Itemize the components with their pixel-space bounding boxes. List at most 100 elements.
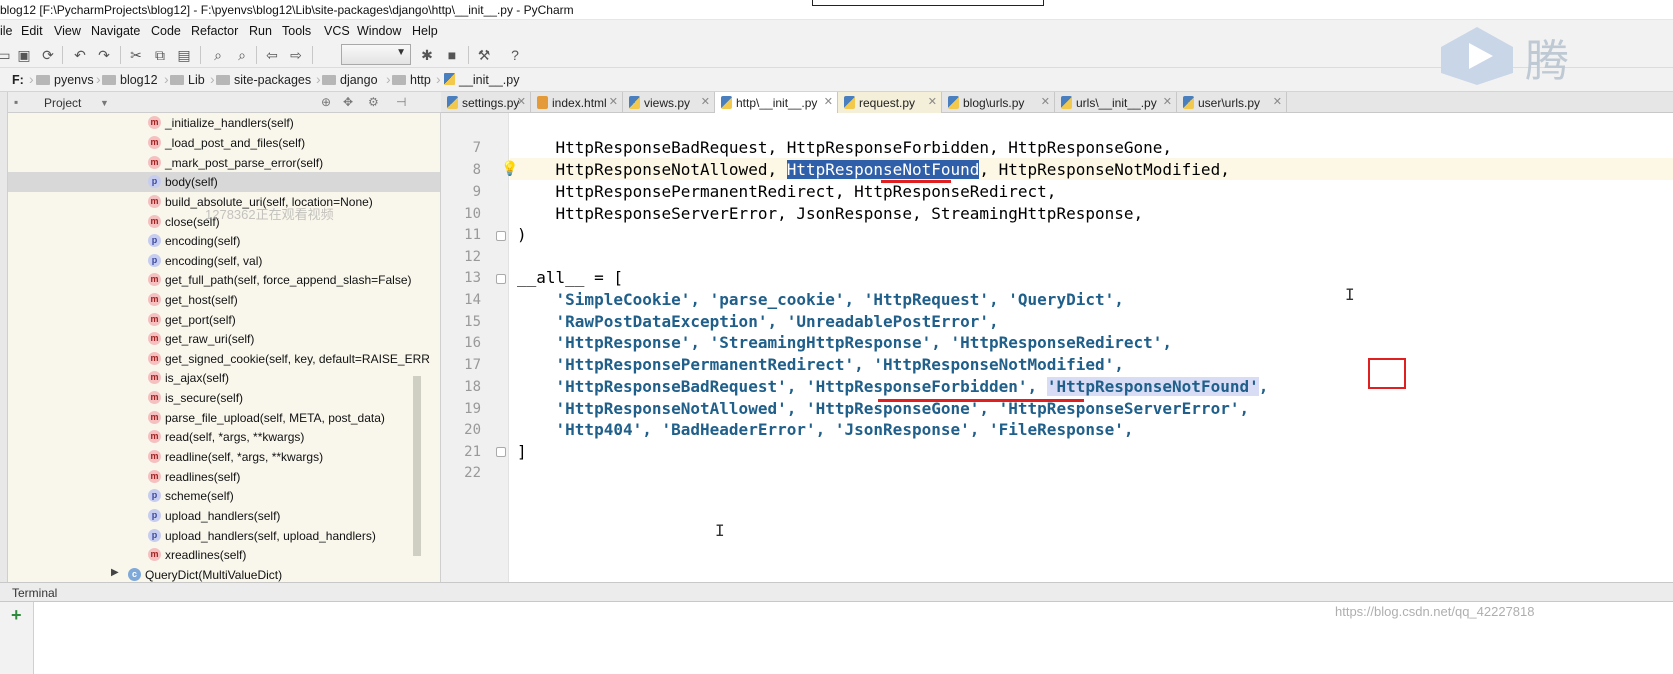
method-icon: m — [148, 136, 161, 149]
chevron-right-icon[interactable]: ▶ — [111, 567, 119, 578]
tree-item[interactable]: p upload_handlers(self, upload_handlers) — [8, 526, 440, 546]
close-icon[interactable]: ✕ — [824, 95, 833, 108]
terminal-title[interactable]: Terminal — [12, 586, 57, 600]
python-file-icon — [844, 96, 855, 109]
forward-icon[interactable]: ⇨ — [286, 45, 306, 65]
tree-item-selected[interactable]: p body(self) — [8, 172, 440, 192]
gear-icon[interactable]: ⚙ — [368, 95, 379, 109]
breadcrumb-item[interactable]: Lib — [170, 73, 205, 87]
close-icon[interactable]: ✕ — [928, 95, 937, 108]
tree-item[interactable]: m get_signed_cookie(self, key, default=RA… — [8, 349, 440, 369]
breadcrumb-item[interactable]: http — [392, 73, 431, 87]
close-icon[interactable]: ✕ — [1273, 95, 1282, 108]
tree-item-label: body(self) — [165, 175, 218, 189]
menu-vcs[interactable]: VCS — [324, 24, 350, 38]
tab-urls-init-py[interactable]: urls\__init__.py ✕ — [1055, 92, 1177, 113]
hide-panel-icon[interactable]: ⊣ — [396, 95, 406, 109]
tab-http-init-py[interactable]: http\__init__.py ✕ — [715, 92, 838, 114]
menu-file[interactable]: ile — [0, 24, 13, 38]
back-icon[interactable]: ⇦ — [262, 45, 282, 65]
tree-item[interactable]: m get_full_path(self, force_append_slash=… — [8, 270, 440, 290]
tab-request-py[interactable]: request.py ✕ — [838, 92, 942, 113]
breadcrumb-item[interactable]: django — [322, 73, 378, 87]
code-editor[interactable]: 7 8 9 10 11 12 13 14 15 16 17 18 19 20 2… — [441, 113, 1673, 582]
close-icon[interactable]: ✕ — [517, 95, 526, 108]
tree-item[interactable]: m get_host(self) — [8, 290, 440, 310]
sync-icon[interactable]: ⟳ — [38, 45, 58, 65]
breadcrumb-item[interactable]: F: — [12, 73, 24, 87]
tab-views-py[interactable]: views.py ✕ — [623, 92, 715, 113]
run-configuration-select[interactable]: ▼ — [341, 44, 411, 65]
tree-item[interactable]: m _mark_post_parse_error(self) — [8, 153, 440, 173]
paste-icon[interactable]: ▤ — [174, 45, 194, 65]
close-icon[interactable]: ✕ — [1163, 95, 1172, 108]
code-line: ) — [517, 225, 527, 244]
open-icon[interactable]: ▭ — [0, 45, 14, 65]
breadcrumb-item[interactable]: blog12 — [102, 73, 158, 87]
tree-item[interactable]: m read(self, *args, **kwargs) — [8, 427, 440, 447]
code-text: HttpResponseServerError, JsonResponse, S… — [517, 204, 1144, 223]
tree-item[interactable]: p scheme(self) — [8, 486, 440, 506]
tree-item[interactable]: m readlines(self) — [8, 467, 440, 487]
tree-item[interactable]: m is_secure(self) — [8, 388, 440, 408]
breadcrumb-item[interactable]: site-packages — [216, 73, 311, 87]
breadcrumb-item[interactable]: pyenvs — [36, 73, 94, 87]
copy-icon[interactable]: ⧉ — [150, 45, 170, 65]
debug-icon[interactable]: ✱ — [417, 45, 437, 65]
tree-item-class[interactable]: ▶ c QueryDict(MultiValueDict) — [8, 565, 440, 582]
find-icon[interactable]: ⌕ — [208, 45, 228, 65]
python-file-icon — [1183, 96, 1194, 109]
tree-item[interactable]: m readline(self, *args, **kwargs) — [8, 447, 440, 467]
menu-help[interactable]: Help — [412, 24, 438, 38]
tree-item[interactable]: p encoding(self) — [8, 231, 440, 251]
chevron-down-icon[interactable]: ▼ — [100, 98, 109, 108]
breadcrumb-label: django — [340, 73, 378, 87]
breadcrumb-label: Lib — [188, 73, 205, 87]
stop-icon[interactable]: ■ — [442, 45, 462, 65]
menu-tools[interactable]: Tools — [282, 24, 311, 38]
tab-settings-py[interactable]: settings.py ✕ — [441, 92, 531, 113]
tree-item[interactable]: m is_ajax(self) — [8, 368, 440, 388]
redo-icon[interactable]: ↷ — [94, 45, 114, 65]
fold-marker-icon[interactable] — [496, 447, 506, 457]
close-icon[interactable]: ✕ — [701, 95, 710, 108]
folder-icon — [322, 75, 336, 85]
close-icon[interactable]: ✕ — [609, 95, 618, 108]
tree-item[interactable]: m parse_file_upload(self, META, post_data… — [8, 408, 440, 428]
toolbar-separator — [62, 46, 63, 64]
project-panel-title[interactable]: Project — [44, 96, 81, 110]
replace-icon[interactable]: ⌕ — [232, 45, 252, 65]
collapse-all-icon[interactable]: ✥ — [343, 95, 353, 109]
save-all-icon[interactable]: ▣ — [14, 45, 34, 65]
tab-user-urls-py[interactable]: user\urls.py ✕ — [1177, 92, 1287, 113]
menu-refactor[interactable]: Refactor — [191, 24, 238, 38]
breadcrumb-label: pyenvs — [54, 73, 94, 87]
tree-item[interactable]: m xreadlines(self) — [8, 545, 440, 565]
tab-index-html[interactable]: index.html ✕ — [531, 92, 623, 113]
tab-blog-urls-py[interactable]: blog\urls.py ✕ — [942, 92, 1055, 113]
tree-item[interactable]: m _initialize_handlers(self) — [8, 113, 440, 133]
menu-code[interactable]: Code — [151, 24, 181, 38]
fold-marker-icon[interactable] — [496, 274, 506, 284]
tree-item[interactable]: p encoding(self, val) — [8, 251, 440, 271]
help-icon[interactable]: ? — [505, 45, 525, 65]
close-icon[interactable]: ✕ — [1041, 95, 1050, 108]
tree-item[interactable]: m get_port(self) — [8, 310, 440, 330]
add-terminal-icon[interactable]: + — [11, 605, 22, 626]
undo-icon[interactable]: ↶ — [70, 45, 90, 65]
menu-run[interactable]: Run — [249, 24, 272, 38]
menu-edit[interactable]: Edit — [21, 24, 43, 38]
settings-wrench-icon[interactable]: ⚒ — [474, 45, 494, 65]
tree-item[interactable]: p upload_handlers(self) — [8, 506, 440, 526]
cut-icon[interactable]: ✂ — [126, 45, 146, 65]
lightbulb-icon[interactable]: 💡 — [501, 160, 518, 177]
scroll-from-source-icon[interactable]: ⊕ — [321, 95, 331, 109]
menu-navigate[interactable]: Navigate — [91, 24, 140, 38]
fold-marker-icon[interactable] — [496, 231, 506, 241]
menu-view[interactable]: View — [54, 24, 81, 38]
scrollbar-thumb[interactable] — [413, 376, 421, 556]
menu-window[interactable]: Window — [357, 24, 401, 38]
breadcrumb-item[interactable]: __init__.py — [444, 73, 519, 87]
tree-item[interactable]: m _load_post_and_files(self) — [8, 133, 440, 153]
tree-item[interactable]: m get_raw_uri(self) — [8, 329, 440, 349]
